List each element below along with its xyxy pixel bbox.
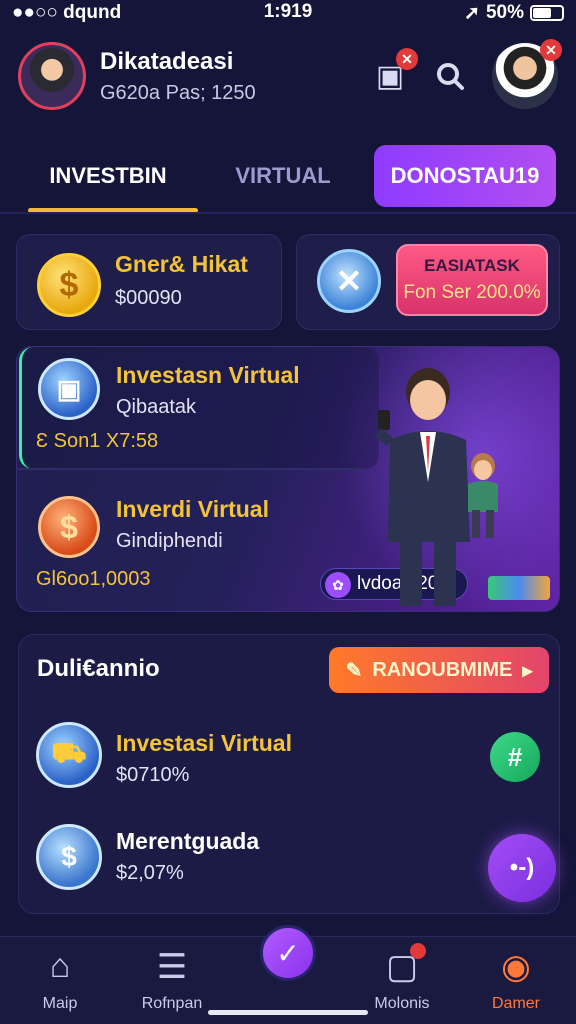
home-icon: ⌂ (49, 947, 71, 985)
search-button[interactable] (432, 58, 468, 94)
tab-virtual[interactable]: VIRTUAL (198, 145, 368, 207)
hashtag-icon[interactable]: # (490, 732, 540, 782)
divider (0, 212, 576, 214)
carrier-label: ●●○○ dqund (12, 2, 122, 23)
inbox-button[interactable]: ▣ ✕ (372, 48, 418, 94)
profile-stats: G620a Pas; 1250 (100, 81, 256, 104)
nav-item-report[interactable]: ☰ Rofnpan (122, 947, 222, 1013)
nav-item-notifications[interactable]: ▢ Molonis (352, 943, 452, 1013)
item1-value: $0710% (116, 764, 190, 786)
money-stack-icon (488, 576, 550, 600)
edit-icon: ✎ (345, 659, 363, 682)
item2-title: Merentguada (116, 828, 260, 854)
section-panel: Duli€annio ✎ RANOUBMIME ▸ (18, 634, 560, 914)
coin-icon: $ (37, 253, 101, 317)
action-fab[interactable]: •-) (488, 834, 556, 902)
section-heading: Duli€annio (37, 655, 160, 682)
promo-title: EASIATASK (424, 256, 520, 275)
home-indicator[interactable] (208, 1010, 368, 1015)
confirm-button[interactable]: ✓ (260, 925, 316, 981)
item2-value: $2,07% (116, 862, 184, 884)
crossed-tools-icon: ✕ (317, 249, 381, 313)
check-icon: ✓ (276, 937, 300, 969)
clock: 1:919 (263, 1, 313, 22)
device-icon: ▢ (386, 943, 427, 989)
nav-label: Rofnpan (141, 995, 203, 1012)
gold-cart-icon: ⛟ (36, 722, 102, 788)
card-value: $00090 (115, 287, 182, 309)
chevron-right-icon: ▸ (522, 659, 533, 682)
hero2-subtitle: Gindiphendi (116, 530, 223, 552)
tab-invest[interactable]: INVESTBIN (18, 145, 198, 213)
profile-header: Dikatadeasi G620a Pas; 1250 ▣ ✕ ✕ (18, 38, 562, 114)
signal-icon: •-) (509, 854, 535, 881)
avatar[interactable] (18, 42, 86, 110)
card-title: Gner& Hikat (115, 251, 248, 277)
hero1-subtitle: Qibaatak (116, 396, 197, 418)
nav-item-profile[interactable]: ◉ Damer (466, 947, 566, 1013)
tab-bar: INVESTBIN VIRTUAL DONOSTAU19 (18, 140, 558, 213)
ranking-button[interactable]: ✎ RANOUBMIME ▸ (329, 647, 549, 693)
close-badge-icon[interactable]: ✕ (396, 48, 418, 70)
battery-percent: 50% (485, 2, 524, 23)
nav-item-home[interactable]: ⌂ Maip (10, 947, 110, 1013)
balance-card[interactable]: $ Gner& Hikat $00090 (16, 234, 282, 330)
item1-title: Investasi Virtual (116, 730, 292, 756)
gear-icon: ✿ (325, 572, 351, 598)
promo-badge[interactable]: EASIATASK Fon Ser 200.0% (396, 244, 548, 316)
dollar-coin-icon: $ (38, 496, 100, 558)
divider (16, 468, 364, 470)
safe-icon: ▣ (38, 358, 100, 420)
location-icon: ➚ (464, 2, 480, 24)
nav-label: Maip (42, 995, 78, 1012)
user-avatar[interactable]: ✕ (492, 39, 562, 109)
search-icon (437, 63, 464, 90)
hero1-title: Investasn Virtual (116, 362, 300, 388)
hero2-meta: Gl6oo1,0003 (36, 568, 151, 590)
promo-value: Fon Ser 200.0% (403, 282, 541, 303)
notification-dot (410, 943, 427, 959)
woman-illustration (468, 453, 498, 538)
status-bar: ●●○○ dqund 1:919 ➚ 50% (0, 0, 576, 26)
report-icon: ☰ (156, 948, 188, 986)
money-coins-icon: $ (36, 824, 102, 890)
tab-donostau[interactable]: DONOSTAU19 (374, 145, 556, 207)
battery-icon (530, 5, 564, 21)
ranking-button-label: RANOUBMIME (372, 658, 513, 681)
profile-icon: ◉ (501, 948, 531, 986)
hero1-meta: Ɛ Son1 X7:58 (36, 430, 159, 452)
profile-name: Dikatadeasi (100, 47, 234, 75)
close-badge-icon[interactable]: ✕ (540, 39, 562, 61)
hero2-title: Inverdi Virtual (116, 496, 269, 522)
nav-label: Damer (491, 995, 540, 1012)
